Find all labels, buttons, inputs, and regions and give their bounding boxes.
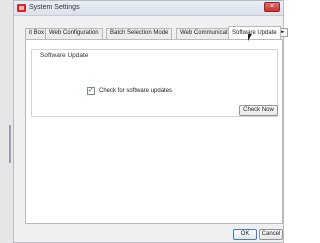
system-settings-window: System Settings × it Box Web Configurati… (13, 0, 288, 243)
software-update-panel: Software Update ✓ Check for software upd… (25, 39, 283, 224)
tab-batch-selection-mode[interactable]: Batch Selection Mode (106, 28, 173, 39)
check-now-button[interactable]: Check Now (239, 105, 278, 116)
check-updates-row[interactable]: ✓ Check for software updates (87, 87, 172, 95)
cancel-button[interactable]: Cancel (259, 229, 283, 240)
group-title: Software Update (38, 52, 91, 59)
check-updates-label[interactable]: Check for software updates (99, 88, 172, 94)
window-title: System Settings (29, 4, 80, 11)
close-button[interactable]: × (264, 2, 280, 12)
tab-web-configuration[interactable]: Web Configuration (45, 28, 103, 39)
background-scrollbar-mark (9, 125, 11, 163)
tab-strip: it Box Web Configuration Batch Selection… (25, 26, 288, 39)
check-updates-checkbox[interactable]: ✓ (87, 87, 95, 95)
tab-software-update[interactable]: Software Update (228, 26, 281, 39)
software-update-group: Software Update ✓ Check for software upd… (31, 49, 278, 117)
ok-button[interactable]: OK (233, 229, 257, 240)
mouse-cursor-icon (248, 34, 252, 41)
background-window-edge (0, 0, 13, 243)
app-icon (17, 4, 26, 12)
title-bar[interactable]: System Settings × (14, 1, 283, 16)
